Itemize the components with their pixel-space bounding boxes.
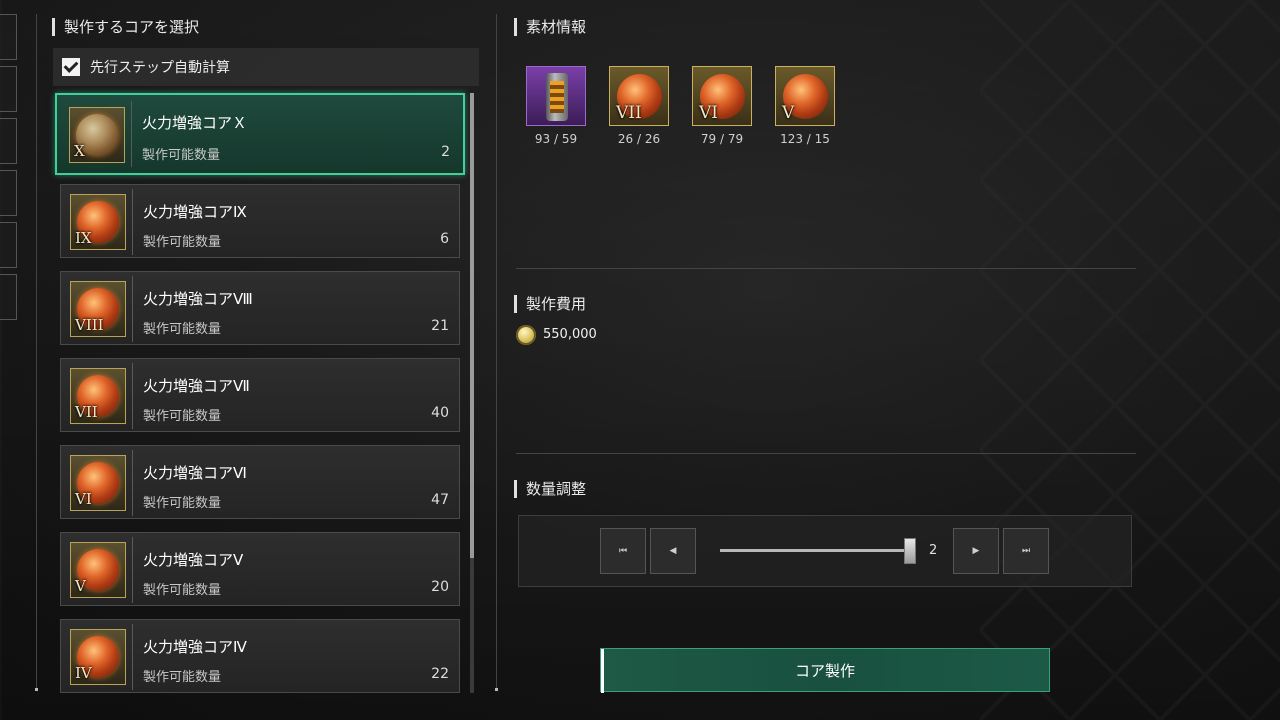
core-icon: VI: [70, 455, 126, 511]
list-scrollbar[interactable]: [470, 93, 474, 693]
gold-coin-icon: [516, 325, 536, 345]
material-count: 93 / 59: [534, 132, 578, 146]
core-orb-icon: V: [775, 66, 835, 126]
section-divider: [516, 268, 1136, 269]
auto-calc-label: 先行ステップ自動計算: [90, 60, 230, 76]
quantity-slider-handle[interactable]: [904, 538, 916, 564]
craftable-label: 製作可能数量: [143, 670, 222, 685]
corner-dot: [495, 688, 498, 691]
core-item-iv[interactable]: IV 火力増強コアⅣ 製作可能数量 22: [60, 619, 460, 693]
craftable-label: 製作可能数量: [143, 322, 222, 337]
core-name: 火力増強コアⅣ: [143, 638, 247, 656]
core-select-title: 製作するコアを選択: [52, 16, 199, 37]
materials-list: 93 / 59 VII 26 / 26 VI 79 / 79 V 123 / 1…: [526, 66, 835, 146]
core-item-ix[interactable]: IX 火力増強コアⅨ 製作可能数量 6: [60, 184, 460, 258]
craftable-label: 製作可能数量: [143, 235, 222, 250]
corner-dot: [35, 688, 38, 691]
side-tab-1[interactable]: [0, 14, 17, 60]
craftable-count: 21: [431, 318, 449, 334]
core-item-vii[interactable]: VII 火力増強コアⅦ 製作可能数量 40: [60, 358, 460, 432]
material-count: 123 / 15: [780, 132, 830, 146]
side-tab-6[interactable]: [0, 274, 17, 320]
skip-end-icon: ⏭: [1021, 546, 1031, 556]
core-icon: V: [70, 542, 126, 598]
checkbox-checked-icon[interactable]: [62, 58, 80, 76]
craftable-label: 製作可能数量: [143, 496, 222, 511]
core-name: 火力増強コアⅨ: [143, 203, 247, 221]
list-scrollbar-thumb[interactable]: [470, 93, 474, 558]
quantity-value: 2: [929, 543, 938, 558]
material-count: 26 / 26: [617, 132, 661, 146]
auto-calc-toggle[interactable]: 先行ステップ自動計算: [53, 48, 479, 86]
material-item[interactable]: VI 79 / 79: [692, 66, 752, 146]
caret-right-icon: ▶: [972, 546, 980, 556]
quantity-title-text: 数量調整: [526, 480, 587, 498]
core-icon: IX: [70, 194, 126, 250]
decrease-quantity-button[interactable]: ◀: [650, 528, 696, 574]
side-tab-3[interactable]: [0, 118, 17, 164]
materials-title-text: 素材情報: [526, 18, 587, 36]
increase-quantity-button[interactable]: ▶: [953, 528, 999, 574]
skip-start-icon: ⏮: [618, 546, 628, 556]
craftable-label: 製作可能数量: [143, 583, 222, 598]
caret-left-icon: ◀: [669, 546, 677, 556]
core-icon: X: [69, 107, 125, 163]
cost-title: 製作費用: [514, 293, 586, 314]
craftable-count: 40: [431, 405, 449, 421]
core-select-title-text: 製作するコアを選択: [64, 18, 200, 36]
core-name: 火力増強コアⅧ: [143, 290, 253, 308]
side-tab-4[interactable]: [0, 170, 17, 216]
craftable-label: 製作可能数量: [142, 148, 221, 163]
core-item-x[interactable]: X 火力増強コアＸ 製作可能数量 2: [55, 93, 465, 175]
core-name: 火力増強コアⅥ: [143, 464, 247, 482]
min-quantity-button[interactable]: ⏮: [600, 528, 646, 574]
craftable-count: 22: [431, 666, 449, 682]
side-tab-2[interactable]: [0, 66, 17, 112]
quantity-title: 数量調整: [514, 478, 586, 499]
materials-title: 素材情報: [514, 16, 586, 37]
material-item[interactable]: V 123 / 15: [775, 66, 835, 146]
max-quantity-button[interactable]: ⏭: [1003, 528, 1049, 574]
divider-middle: [496, 14, 497, 690]
core-item-vi[interactable]: VI 火力増強コアⅥ 製作可能数量 47: [60, 445, 460, 519]
craft-core-label: コア製作: [794, 661, 855, 680]
core-name: 火力増強コアＸ: [142, 114, 248, 132]
craft-core-button[interactable]: コア製作: [600, 648, 1050, 693]
craftable-count: 47: [431, 492, 449, 508]
core-icon: VII: [70, 368, 126, 424]
side-tab-5[interactable]: [0, 222, 17, 268]
craftable-count: 2: [441, 144, 450, 160]
material-count: 79 / 79: [700, 132, 744, 146]
core-icon: IV: [70, 629, 126, 685]
craftable-count: 20: [431, 579, 449, 595]
core-orb-icon: VII: [609, 66, 669, 126]
divider-left: [36, 14, 37, 690]
craftable-label: 製作可能数量: [143, 409, 222, 424]
cost-value: 550,000: [543, 327, 597, 342]
cost-title-text: 製作費用: [526, 295, 587, 313]
craftable-count: 6: [440, 231, 449, 247]
material-item[interactable]: VII 26 / 26: [609, 66, 669, 146]
core-name: 火力増強コアⅦ: [143, 377, 250, 395]
section-divider: [516, 453, 1136, 454]
core-item-v[interactable]: V 火力増強コアⅤ 製作可能数量 20: [60, 532, 460, 606]
core-item-viii[interactable]: VIII 火力増強コアⅧ 製作可能数量 21: [60, 271, 460, 345]
core-name: 火力増強コアⅤ: [143, 551, 244, 569]
energy-cylinder-icon: [526, 66, 586, 126]
material-item[interactable]: 93 / 59: [526, 66, 586, 146]
core-icon: VIII: [70, 281, 126, 337]
quantity-slider[interactable]: [720, 549, 916, 552]
core-orb-icon: VI: [692, 66, 752, 126]
